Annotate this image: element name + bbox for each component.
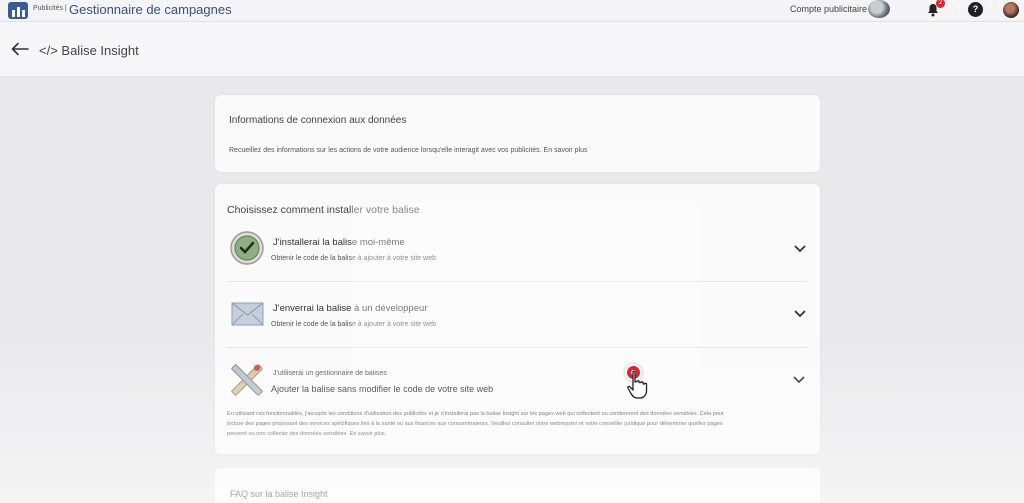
account-avatar[interactable] xyxy=(868,0,890,18)
legal-disclaimer: En utilisant ces fonctionnalités, j'acce… xyxy=(227,411,724,437)
page-title: </> Balise Insight xyxy=(39,43,139,58)
envelope-icon xyxy=(231,302,264,326)
help-icon[interactable]: ? xyxy=(968,2,983,17)
chevron-down-icon[interactable] xyxy=(794,245,806,253)
account-switcher-label[interactable]: Compte publicitaire xyxy=(790,4,867,14)
app-title[interactable]: Gestionnaire de campagnes xyxy=(69,2,232,17)
user-avatar[interactable] xyxy=(1003,2,1019,18)
data-connection-description: Recueillez des informations sur les acti… xyxy=(229,147,588,154)
faq-card[interactable]: FAQ sur la balise Insight xyxy=(215,468,820,503)
app-logo-icon[interactable] xyxy=(8,2,28,19)
fading-overlay-dialog xyxy=(352,203,697,371)
tools-icon xyxy=(231,364,263,396)
checkmark-badge-icon xyxy=(230,231,264,265)
notification-badge: 2 xyxy=(936,0,945,8)
back-arrow-icon[interactable] xyxy=(11,42,29,56)
option-tag-manager-subtitle: Ajouter la balise sans modifier le code … xyxy=(271,384,494,394)
option-tag-manager-title: J'utiliserai un gestionnaire de balises xyxy=(273,370,387,377)
faq-title: FAQ sur la balise Insight xyxy=(230,489,328,499)
chevron-down-icon[interactable] xyxy=(794,310,806,318)
chevron-down-icon[interactable] xyxy=(793,376,805,384)
top-header: Publicités | Gestionnaire de campagnes C… xyxy=(0,0,1024,22)
data-connection-card: Informations de connexion aux données Re… xyxy=(215,95,820,172)
hand-cursor-icon xyxy=(627,370,648,399)
data-connection-title: Informations de connexion aux données xyxy=(229,115,407,126)
brand-label: Publicités | xyxy=(33,5,67,12)
page-header: </> Balise Insight xyxy=(0,22,1024,77)
